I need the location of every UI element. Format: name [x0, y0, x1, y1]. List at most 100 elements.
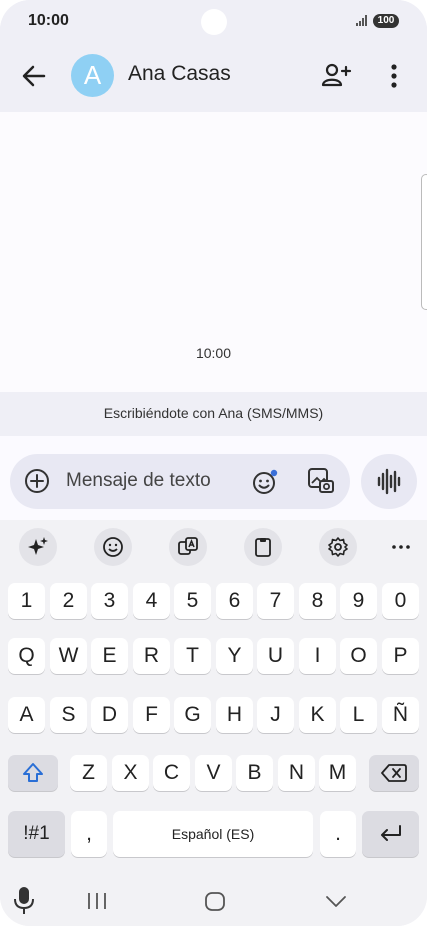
key-3[interactable]: 3 [91, 583, 128, 619]
translate-button[interactable] [169, 528, 207, 566]
key-w[interactable]: W [50, 638, 87, 674]
shift-icon [23, 763, 43, 782]
camera-cutout [201, 9, 227, 35]
contact-avatar[interactable]: A [71, 54, 114, 97]
add-circle-icon [25, 469, 49, 493]
comma-key[interactable]: , [71, 811, 107, 857]
key-8[interactable]: 8 [299, 583, 336, 619]
key-z[interactable]: Z [70, 755, 107, 791]
settings-icon [328, 537, 348, 557]
emoji-keyboard-button[interactable] [94, 528, 132, 566]
key-n[interactable]: N [278, 755, 315, 791]
scroll-handle[interactable] [421, 174, 427, 310]
key-l[interactable]: L [340, 697, 377, 733]
recent-apps-button[interactable] [84, 888, 110, 914]
recent-apps-icon [88, 893, 106, 909]
key-t[interactable]: T [174, 638, 211, 674]
composer-bar: Mensaje de texto [0, 436, 427, 520]
conversation-area[interactable]: 10:00 [0, 112, 427, 392]
sparkle-icon [28, 537, 48, 555]
shift-key[interactable] [8, 755, 58, 791]
chevron-down-icon [326, 896, 346, 907]
status-bar: 10:00 100 [0, 0, 427, 44]
message-placeholder: Mensaje de texto [66, 470, 211, 491]
key-p[interactable]: P [382, 638, 419, 674]
clipboard-icon [255, 538, 271, 557]
key-x[interactable]: X [112, 755, 149, 791]
navigation-bar [0, 876, 427, 926]
microphone-icon [14, 887, 34, 914]
key-k[interactable]: K [299, 697, 336, 733]
back-arrow-icon [22, 65, 46, 87]
more-horiz-icon [392, 545, 410, 549]
emoji-button[interactable] [251, 468, 279, 496]
keyboard-settings-button[interactable] [319, 528, 357, 566]
key-0[interactable]: 0 [382, 583, 419, 619]
key-j[interactable]: J [257, 697, 294, 733]
translate-icon [178, 537, 198, 555]
key-g[interactable]: G [174, 697, 211, 733]
keyboard-toolbar [0, 520, 427, 572]
key-n-tilde[interactable]: Ñ [382, 697, 419, 733]
more-options-button[interactable] [380, 60, 408, 92]
app-bar: A Ana Casas [0, 44, 427, 112]
key-o[interactable]: O [340, 638, 377, 674]
key-y[interactable]: Y [216, 638, 253, 674]
key-u[interactable]: U [257, 638, 294, 674]
clipboard-button[interactable] [244, 528, 282, 566]
backspace-icon [381, 764, 407, 782]
gallery-icon [308, 468, 334, 493]
voice-input-button[interactable] [12, 884, 36, 916]
status-time: 10:00 [28, 12, 69, 29]
ai-tools-button[interactable] [19, 528, 57, 566]
emoji-icon [253, 469, 278, 494]
key-v[interactable]: V [195, 755, 232, 791]
key-6[interactable]: 6 [216, 583, 253, 619]
key-5[interactable]: 5 [174, 583, 211, 619]
key-s[interactable]: S [50, 697, 87, 733]
hide-keyboard-button[interactable] [322, 888, 350, 914]
key-b[interactable]: B [236, 755, 273, 791]
period-key[interactable]: . [320, 811, 356, 857]
key-7[interactable]: 7 [257, 583, 294, 619]
more-vert-icon [391, 64, 397, 88]
symbols-key[interactable]: !#1 [8, 811, 65, 857]
key-2[interactable]: 2 [50, 583, 87, 619]
key-r[interactable]: R [133, 638, 170, 674]
sms-notice: Escribiéndote con Ana (SMS/MMS) [0, 392, 427, 436]
key-f[interactable]: F [133, 697, 170, 733]
audio-wave-icon [377, 468, 401, 495]
home-button[interactable] [202, 888, 228, 914]
key-e[interactable]: E [91, 638, 128, 674]
enter-icon [380, 825, 401, 841]
add-participant-button[interactable] [320, 60, 352, 92]
key-d[interactable]: D [91, 697, 128, 733]
space-key[interactable]: Español (ES) [113, 811, 313, 857]
key-4[interactable]: 4 [133, 583, 170, 619]
enter-key[interactable] [362, 811, 419, 857]
key-i[interactable]: I [299, 638, 336, 674]
keyboard: 1 2 3 4 5 6 7 8 9 0 Q W E R T Y U I O P … [0, 520, 427, 926]
message-timestamp: 10:00 [195, 345, 232, 361]
key-1[interactable]: 1 [8, 583, 45, 619]
backspace-key[interactable] [369, 755, 419, 791]
battery-indicator: 100 [373, 14, 399, 28]
key-q[interactable]: Q [8, 638, 45, 674]
voice-message-button[interactable] [361, 454, 417, 509]
key-c[interactable]: C [153, 755, 190, 791]
key-h[interactable]: H [216, 697, 253, 733]
attach-button[interactable] [24, 468, 50, 494]
key-m[interactable]: M [319, 755, 356, 791]
back-button[interactable] [20, 62, 48, 90]
key-a[interactable]: A [8, 697, 45, 733]
contact-name[interactable]: Ana Casas [128, 62, 231, 86]
key-9[interactable]: 9 [340, 583, 377, 619]
add-person-icon [321, 63, 352, 87]
emoji-icon [103, 537, 123, 557]
signal-icon [356, 14, 367, 26]
toolbar-more-button[interactable] [382, 528, 420, 566]
message-input[interactable]: Mensaje de texto [10, 454, 350, 509]
home-icon [205, 892, 225, 911]
messaging-screen: 10:00 100 A Ana Casas 10:00 Escribiéndot… [0, 0, 427, 926]
gallery-button[interactable] [306, 466, 336, 496]
